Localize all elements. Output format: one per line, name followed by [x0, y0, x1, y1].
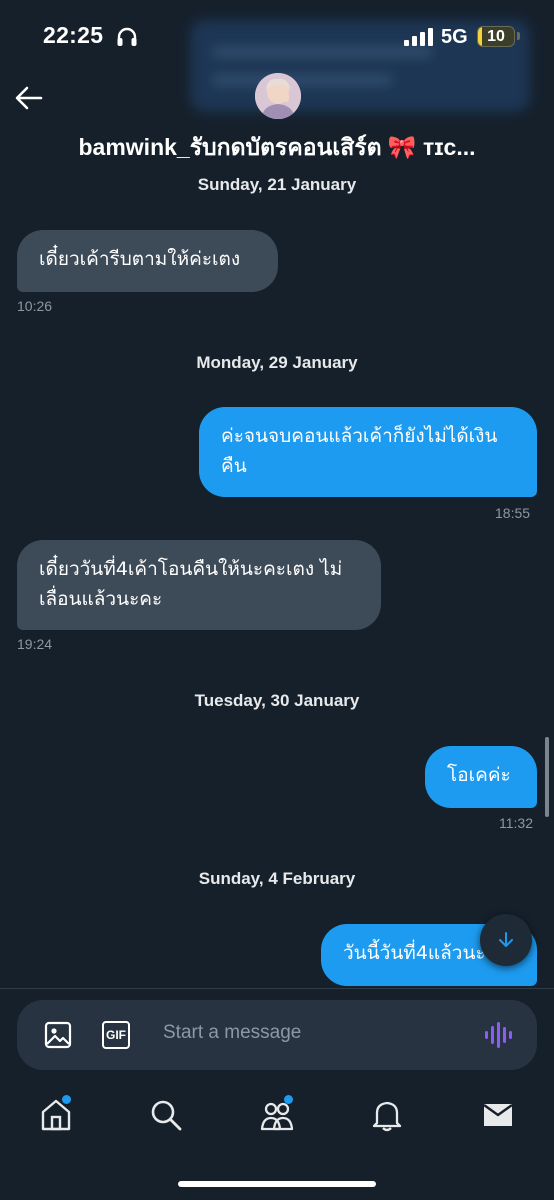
network-type: 5G [441, 26, 468, 48]
signal-icon [404, 28, 433, 46]
message-text: คืน [221, 455, 247, 477]
avatar[interactable] [255, 73, 301, 119]
gif-icon[interactable]: GIF [102, 1021, 130, 1049]
voice-message-icon[interactable] [484, 1020, 512, 1050]
message-time: 18:55 [495, 505, 531, 521]
scrollbar[interactable] [545, 737, 549, 817]
battery-nub [517, 32, 520, 40]
message-text: วันนี้วันที่4แล้วนะ [343, 942, 486, 964]
back-arrow-icon[interactable] [14, 84, 44, 112]
home-indicator [178, 1181, 376, 1187]
date-separator: Sunday, 4 February [198, 869, 356, 888]
communities-notification-dot [284, 1095, 293, 1104]
outgoing-message[interactable]: โอเคค่ะ [425, 746, 537, 808]
message-time: 10:26 [17, 298, 53, 314]
message-text: โอเคค่ะ [447, 764, 511, 786]
image-icon[interactable] [44, 1021, 72, 1049]
battery-level: 10 [487, 28, 505, 45]
date-separator: Sunday, 21 January [197, 175, 357, 194]
message-text: เลื่อนแล้วนะคะ [39, 588, 163, 610]
messages-icon[interactable] [481, 1098, 515, 1132]
chat-title[interactable]: bamwink_รับกดบัตรคอนเสิร์ต 🎀 ᴛɪᴄ... [0, 130, 554, 166]
status-time: 22:25 [43, 22, 104, 48]
arrow-down-icon [499, 932, 513, 947]
date-separator: Monday, 29 January [196, 353, 358, 372]
message-text: ค่ะจนจบคอนแล้วเค้าก็ยังไม่ได้เงิน [221, 425, 498, 447]
message-time: 19:24 [17, 636, 53, 652]
scroll-to-bottom-button[interactable] [480, 914, 532, 966]
message-input[interactable]: Start a message [163, 1022, 301, 1044]
battery-indicator: 10 [477, 26, 515, 47]
message-text: เดี๋ยวเค้ารีบตามให้ค่ะเตง [39, 248, 241, 270]
composer-divider [0, 988, 554, 989]
message-text: เดี๋ยววันที่4เค้าโอนคืนให้นะคะเตง ไม่ [39, 558, 343, 580]
message-time: 11:32 [499, 815, 533, 831]
avatar-image [255, 73, 301, 119]
date-separator: Tuesday, 30 January [194, 691, 360, 710]
home-notification-dot [62, 1095, 71, 1104]
outgoing-message[interactable]: ค่ะจนจบคอนแล้วเค้าก็ยังไม่ได้เงิน คืน [199, 407, 537, 497]
incoming-message[interactable]: เดี๋ยววันที่4เค้าโอนคืนให้นะคะเตง ไม่ เล… [17, 540, 381, 630]
headphone-icon [117, 27, 137, 46]
notifications-icon[interactable] [370, 1098, 404, 1132]
search-icon[interactable] [149, 1098, 183, 1132]
status-bar: 22:25 5G 10 [0, 0, 554, 112]
incoming-message[interactable]: เดี๋ยวเค้ารีบตามให้ค่ะเตง [17, 230, 278, 292]
